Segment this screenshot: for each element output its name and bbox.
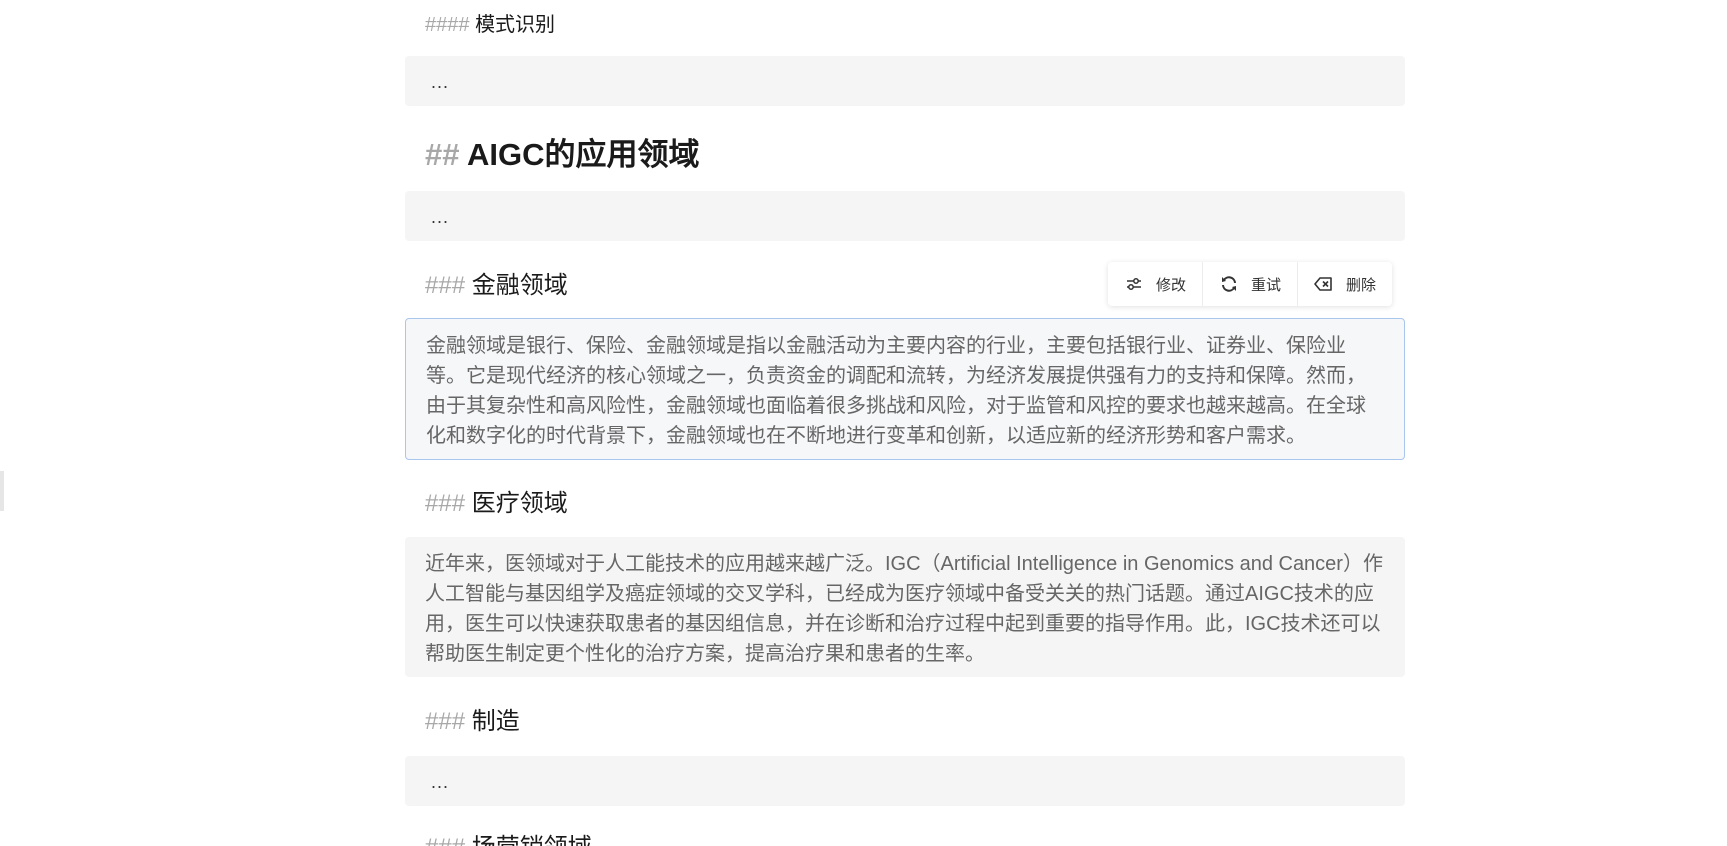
heading-marker: ## bbox=[425, 137, 460, 172]
heading-medical[interactable]: ### 医疗领域 bbox=[425, 483, 568, 518]
heading-text: 制造 bbox=[471, 708, 520, 735]
heading-manufacturing[interactable]: ### 制造 bbox=[425, 701, 520, 736]
editor-canvas: #### 模式识别 ... ## AIGC的应用领域 ... ### 金融领域 … bbox=[0, 0, 1727, 846]
heading-text: 场营销领域 bbox=[472, 834, 592, 846]
edit-label: 修改 bbox=[1156, 276, 1187, 294]
finance-paragraph: 金融领域是银行、保险、金融领域是指以金融活动为主要内容的行业，主要包括银行业、证… bbox=[426, 335, 1366, 447]
heading-text: AIGC的应用领域 bbox=[466, 137, 700, 172]
sliders-icon bbox=[1127, 278, 1141, 290]
heading-marker: ### bbox=[425, 272, 466, 299]
collapsed-block[interactable]: ... bbox=[405, 191, 1405, 241]
heading-marketing[interactable]: ### 场营销领域 bbox=[425, 827, 592, 846]
collapsed-ellipsis: ... bbox=[431, 207, 450, 227]
collapsed-block[interactable]: ... bbox=[405, 56, 1405, 106]
heading-text: 模式识别 bbox=[475, 14, 556, 36]
retry-button[interactable]: 重试 bbox=[1203, 262, 1299, 306]
medical-paragraph-block[interactable]: 近年来，医领域对于人工能技术的应用越来越广泛。IGC（Artificial In… bbox=[405, 537, 1405, 677]
heading-marker: ### bbox=[425, 490, 466, 517]
collapsed-ellipsis: ... bbox=[431, 72, 450, 92]
delete-button[interactable]: 删除 bbox=[1298, 262, 1392, 306]
retry-label: 重试 bbox=[1251, 276, 1282, 294]
backspace-icon bbox=[1314, 277, 1332, 291]
heading-aigc-applications[interactable]: ## AIGC的应用领域 bbox=[425, 129, 699, 174]
heading-marker: ### bbox=[425, 708, 466, 735]
heading-marker: #### bbox=[425, 14, 470, 36]
heading-pattern-recognition[interactable]: #### 模式识别 bbox=[425, 8, 555, 37]
heading-marker: ### bbox=[425, 834, 465, 846]
finance-paragraph-block[interactable]: 金融领域是银行、保险、金融领域是指以金融活动为主要内容的行业，主要包括银行业、证… bbox=[405, 318, 1405, 460]
collapsed-block[interactable]: ... bbox=[405, 756, 1405, 806]
collapsed-ellipsis: ... bbox=[431, 772, 450, 792]
refresh-icon bbox=[1222, 276, 1237, 292]
edit-button[interactable]: 修改 bbox=[1108, 262, 1204, 306]
heading-finance[interactable]: ### 金融领域 bbox=[425, 265, 568, 300]
medical-paragraph: 近年来，医领域对于人工能技术的应用越来越广泛。IGC（Artificial In… bbox=[425, 553, 1383, 665]
left-scroll-handle[interactable] bbox=[0, 471, 4, 511]
heading-text: 金融领域 bbox=[471, 272, 568, 299]
heading-text: 医疗领域 bbox=[471, 490, 568, 517]
delete-label: 删除 bbox=[1346, 276, 1377, 294]
block-toolbar: 修改 重试 删除 bbox=[1108, 262, 1393, 306]
